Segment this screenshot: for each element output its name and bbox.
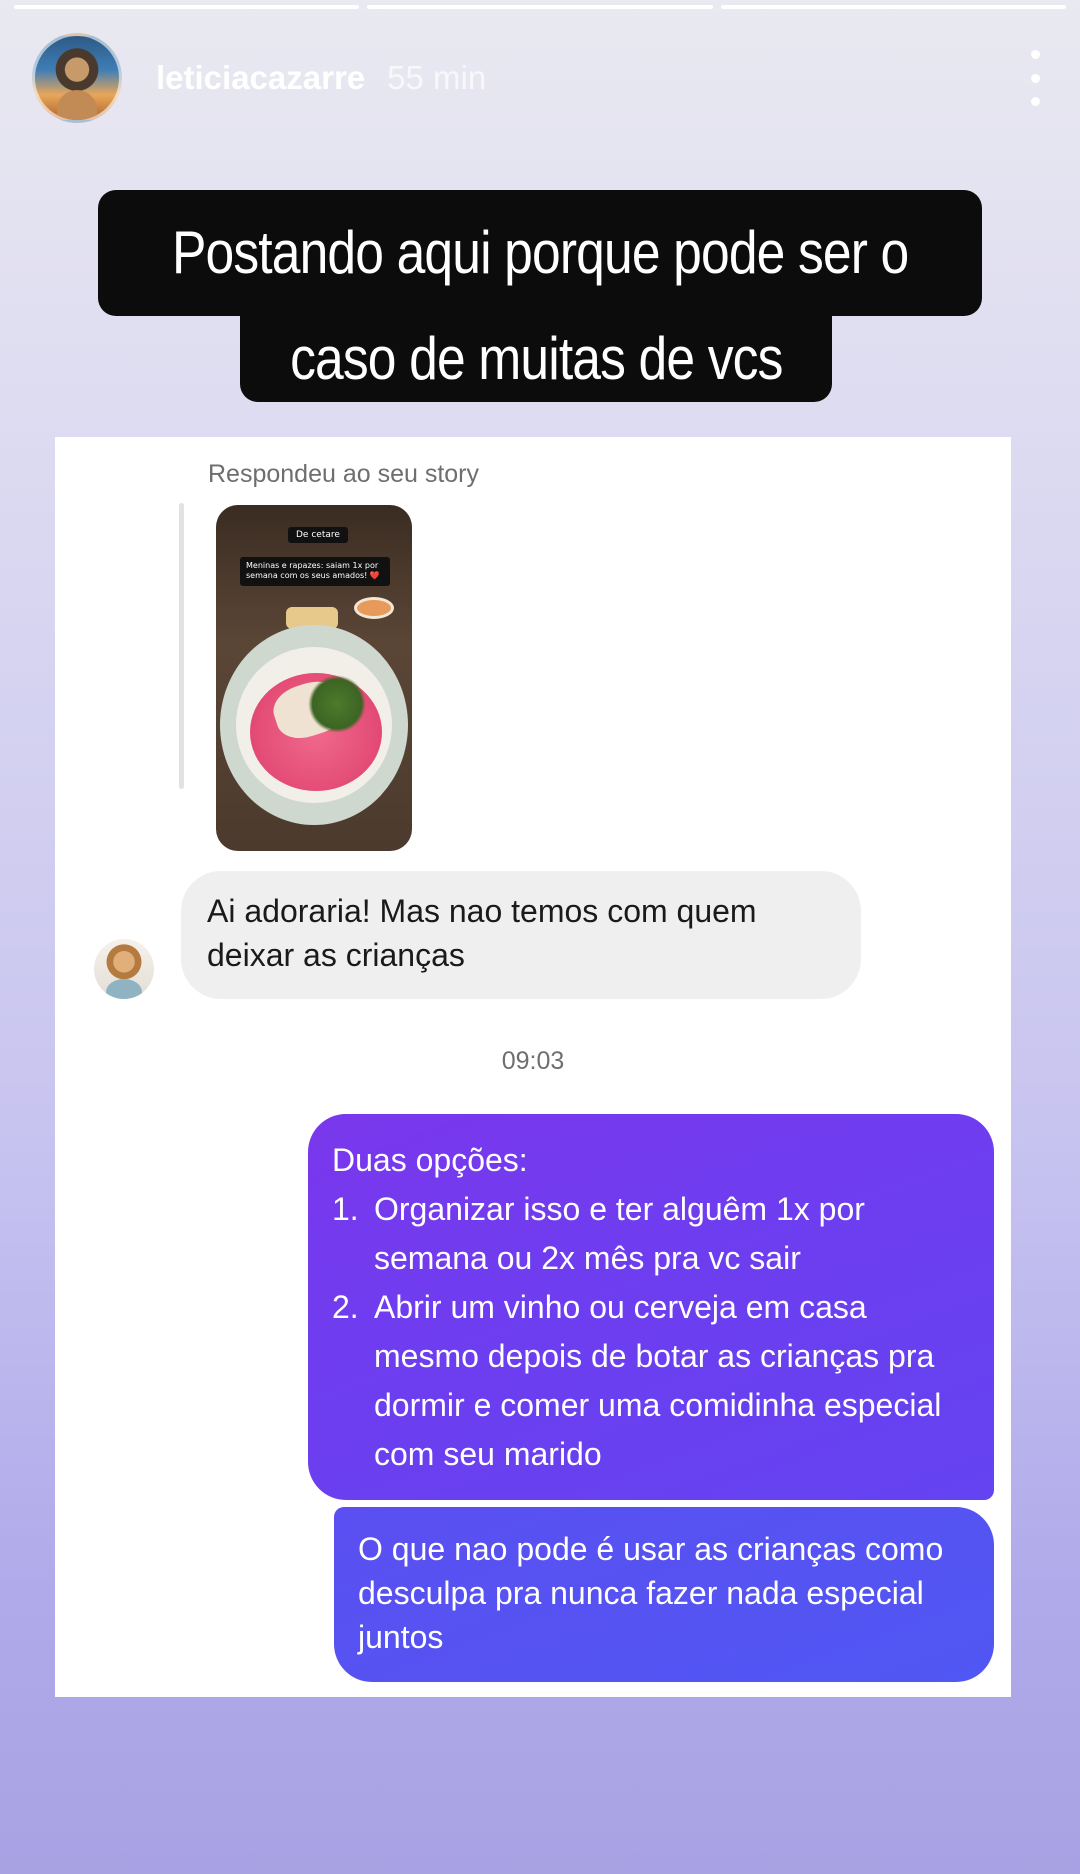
story-progress-bar [14, 5, 1066, 9]
progress-segment [367, 5, 713, 9]
list-item: 2. Abrir um vinho ou cerveja em casa mes… [332, 1289, 942, 1472]
reply-quote-bar [179, 503, 184, 789]
reply-note: Respondeu ao seu story [208, 460, 480, 488]
sauce-bowl-image [354, 597, 394, 619]
list-item: 1. Organizar isso e ter alguêm 1x por se… [332, 1191, 865, 1276]
sent-message-bubble: O que nao pode é usar as crianças como d… [334, 1507, 994, 1682]
story-caption-line-1: Postando aqui porque pode ser o [98, 190, 982, 316]
story-caption-line-2: caso de muitas de vcs [240, 316, 832, 402]
story-header: leticiacazarre 55 min [32, 32, 1048, 124]
more-options-icon[interactable] [1022, 50, 1048, 106]
username[interactable]: leticiacazarre [156, 59, 365, 97]
message-timestamp: 09:03 [501, 1047, 565, 1075]
progress-segment [720, 5, 1066, 9]
received-message-bubble: Ai adoraria! Mas nao temos com quem deix… [181, 871, 861, 999]
profile-avatar[interactable] [32, 33, 122, 123]
dm-screenshot: Respondeu ao seu story De cetare Meninas… [55, 437, 1011, 1697]
story-thumb-tag: De cetare [288, 527, 348, 543]
sent-message-bubble: Duas opções: 1. Organizar isso e ter alg… [308, 1114, 994, 1500]
post-time: 55 min [387, 59, 487, 96]
sender-avatar[interactable] [94, 939, 154, 999]
story-thumb-text: Meninas e rapazes: saiam 1x por semana c… [240, 557, 390, 586]
story-thumbnail[interactable]: De cetare Meninas e rapazes: saiam 1x po… [216, 505, 412, 851]
message-intro: Duas opções: [332, 1142, 528, 1178]
options-list: 1. Organizar isso e ter alguêm 1x por se… [332, 1185, 970, 1479]
progress-segment [14, 5, 360, 9]
